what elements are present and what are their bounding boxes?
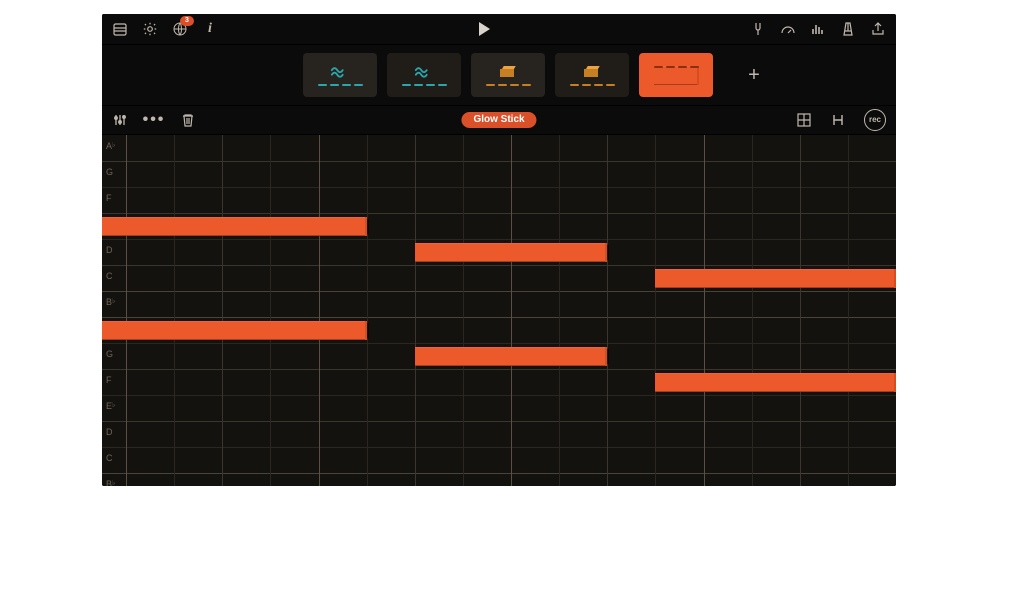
- note-label: A♭: [106, 142, 115, 151]
- note-label: G: [106, 168, 113, 177]
- box-icon: [582, 65, 602, 79]
- track-pattern-icon: [402, 84, 447, 86]
- box-icon: [498, 65, 518, 79]
- grid-icon[interactable]: [796, 112, 812, 128]
- top-bar: 3 i: [102, 14, 896, 45]
- note-label: C: [106, 272, 113, 281]
- track-slot-3[interactable]: [471, 53, 545, 97]
- note-clip[interactable]: [102, 321, 367, 340]
- tuning-fork-icon[interactable]: [750, 21, 766, 37]
- metronome-icon[interactable]: [840, 21, 856, 37]
- piano-roll[interactable]: A♭ G F E♭ D C B♭ A♭ G F E♭ D C B♭: [102, 135, 896, 486]
- note-clip[interactable]: [415, 243, 608, 262]
- levels-icon[interactable]: [810, 21, 826, 37]
- track-slot-1[interactable]: [303, 53, 377, 97]
- tempo-icon[interactable]: [780, 21, 796, 37]
- add-track-button[interactable]: +: [743, 64, 765, 86]
- track-slot-4[interactable]: [555, 53, 629, 97]
- note-label: A♭: [106, 324, 115, 333]
- track-pattern-icon: [318, 84, 363, 86]
- track-strip: +: [102, 45, 896, 105]
- network-icon[interactable]: 3: [172, 21, 188, 37]
- trash-icon[interactable]: [180, 112, 196, 128]
- track-slot-2[interactable]: [387, 53, 461, 97]
- wave-icon: [414, 65, 434, 79]
- track-pattern-icon: [486, 84, 531, 86]
- note-label: E♭: [106, 220, 115, 229]
- record-button[interactable]: rec: [864, 109, 886, 131]
- notification-badge: 3: [180, 16, 194, 26]
- note-clip[interactable]: [415, 347, 608, 366]
- editor-toolbar: ••• Glow Stick: [102, 105, 896, 135]
- share-icon[interactable]: [870, 21, 886, 37]
- note-label: C: [106, 454, 113, 463]
- gear-icon[interactable]: [142, 21, 158, 37]
- track-pattern-icon: [570, 84, 615, 86]
- note-clip[interactable]: [102, 217, 367, 236]
- note-label: F: [106, 194, 112, 203]
- note-label: G: [106, 350, 113, 359]
- loop-region-icon[interactable]: [830, 112, 846, 128]
- note-clip[interactable]: [655, 269, 896, 288]
- note-label: D: [106, 428, 113, 437]
- track-slot-5[interactable]: [639, 53, 713, 97]
- mixer-icon[interactable]: [112, 112, 128, 128]
- track-pattern-icon: [654, 66, 699, 85]
- note-label: B♭: [106, 480, 115, 486]
- preset-name-pill[interactable]: Glow Stick: [461, 112, 536, 128]
- play-button[interactable]: [479, 22, 490, 36]
- note-label: D: [106, 246, 113, 255]
- note-label: F: [106, 376, 112, 385]
- record-label: rec: [869, 116, 881, 124]
- archive-icon[interactable]: [112, 21, 128, 37]
- wave-icon: [330, 65, 350, 79]
- info-icon[interactable]: i: [202, 21, 218, 37]
- note-label: B♭: [106, 298, 115, 307]
- more-icon[interactable]: •••: [146, 112, 162, 128]
- note-clip[interactable]: [655, 373, 896, 392]
- note-label: E♭: [106, 402, 115, 411]
